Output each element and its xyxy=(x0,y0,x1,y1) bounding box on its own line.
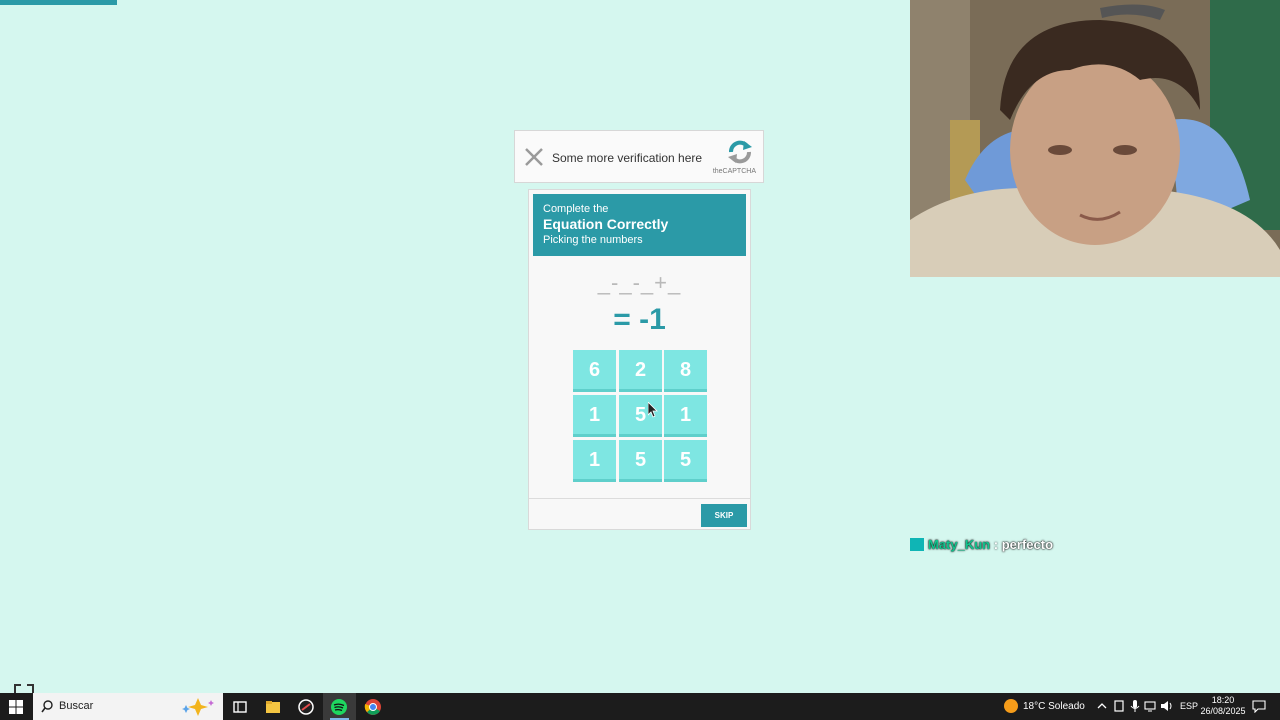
chevron-up-icon[interactable] xyxy=(1095,699,1109,713)
chat-message: Maty_Kun : perfecto xyxy=(910,537,1053,552)
header-title: Equation Correctly xyxy=(543,216,669,232)
webcam-overlay xyxy=(910,0,1280,277)
app-icon[interactable] xyxy=(297,698,315,716)
language-indicator[interactable]: ESP xyxy=(1180,701,1198,711)
notifications-icon[interactable] xyxy=(1252,699,1266,713)
captcha-brand: theCAPTCHA xyxy=(712,168,756,175)
spotify-icon xyxy=(331,699,347,715)
refresh-logo-icon xyxy=(728,140,752,164)
clock-time: 18:20 xyxy=(1211,695,1235,705)
captcha-label: Some more verification here xyxy=(552,151,703,165)
file-explorer-icon[interactable] xyxy=(264,698,282,716)
network-icon[interactable] xyxy=(1144,699,1158,713)
page-progress-bar xyxy=(0,0,117,5)
taskbar: Buscar 18°C Soleado ESP 18:20 26/08/2025 xyxy=(0,693,1280,720)
captcha-widget[interactable]: Some more verification here theCAPTCHA xyxy=(514,130,764,183)
divider xyxy=(529,498,750,499)
challenge-panel: Complete the Equation Correctly Picking … xyxy=(528,189,751,530)
taskbar-active-spotify[interactable] xyxy=(323,693,356,720)
skip-button[interactable]: SKIP xyxy=(701,504,747,527)
windows-start-icon[interactable] xyxy=(9,700,23,714)
device-icon[interactable] xyxy=(1112,699,1126,713)
search-placeholder: Buscar xyxy=(59,700,94,712)
chrome-icon[interactable] xyxy=(364,698,382,716)
mouse-cursor-icon xyxy=(648,402,658,418)
badge-icon xyxy=(910,538,924,551)
clock[interactable]: 18:20 26/08/2025 xyxy=(1198,695,1248,717)
number-tile[interactable]: 1 xyxy=(664,395,707,437)
equation-slots: _-_-_+_ xyxy=(597,270,682,295)
task-view-icon[interactable] xyxy=(231,698,249,716)
chat-username: Maty_Kun xyxy=(928,537,991,552)
microphone-icon[interactable] xyxy=(1128,699,1142,713)
chat-text: perfecto xyxy=(1001,537,1054,552)
number-tile[interactable]: 2 xyxy=(619,350,662,392)
close-icon[interactable] xyxy=(523,146,545,168)
taskbar-search[interactable]: Buscar xyxy=(33,693,223,720)
clock-date: 26/08/2025 xyxy=(1200,706,1246,716)
weather-sun-icon[interactable] xyxy=(1002,697,1020,715)
search-icon xyxy=(41,700,53,713)
number-tile[interactable]: 1 xyxy=(573,440,616,482)
number-tile[interactable]: 8 xyxy=(664,350,707,392)
header-line-3: Picking the numbers xyxy=(543,234,643,246)
challenge-header: Complete the Equation Correctly Picking … xyxy=(533,194,746,256)
number-tile[interactable]: 5 xyxy=(619,440,662,482)
sparkle-icon xyxy=(182,698,214,716)
chat-separator: : xyxy=(993,537,999,552)
number-tile[interactable]: 5 xyxy=(664,440,707,482)
equation-result: = -1 xyxy=(613,303,666,336)
number-tile[interactable]: 6 xyxy=(573,350,616,392)
weather-text[interactable]: 18°C Soleado xyxy=(1023,701,1085,712)
number-tile[interactable]: 1 xyxy=(573,395,616,437)
header-line-1: Complete the xyxy=(543,203,609,215)
volume-icon[interactable] xyxy=(1160,699,1174,713)
webcam-image xyxy=(910,0,1280,277)
